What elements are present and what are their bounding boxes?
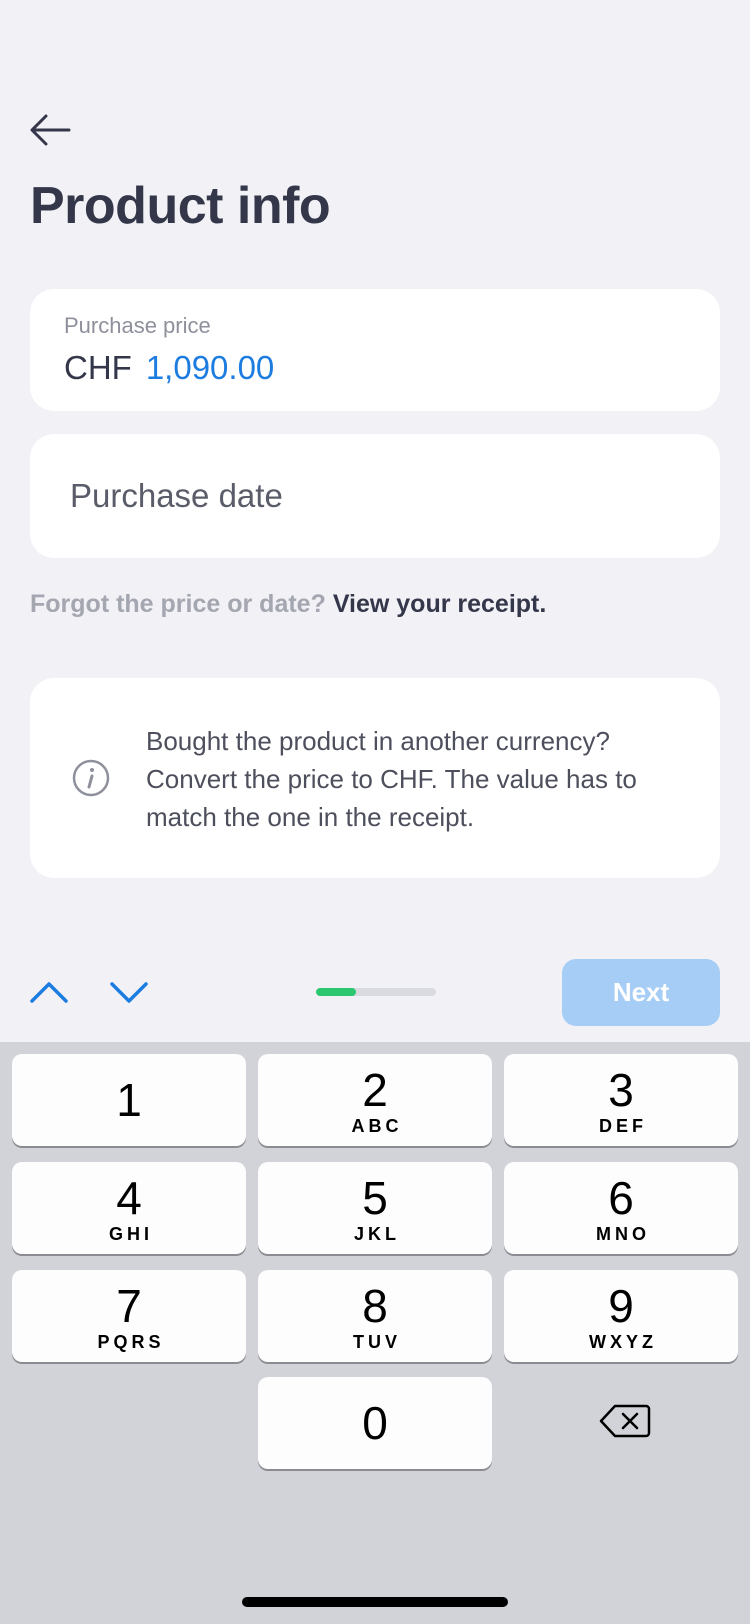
home-indicator[interactable] (242, 1597, 508, 1607)
key-6[interactable]: 6 MNO (504, 1162, 738, 1254)
key-1[interactable]: 1 (12, 1054, 246, 1146)
info-icon (72, 759, 110, 797)
backspace-icon (599, 1404, 651, 1438)
purchase-date-placeholder: Purchase date (70, 477, 283, 514)
arrow-left-icon (30, 114, 71, 146)
back-button[interactable] (26, 106, 74, 154)
next-field-button[interactable] (106, 972, 152, 1012)
previous-field-button[interactable] (26, 972, 72, 1012)
purchase-price-value[interactable]: 1,090.00 (146, 349, 274, 387)
view-receipt-link[interactable]: View your receipt. (333, 590, 547, 618)
step-progress-bar (316, 988, 436, 996)
purchase-price-field[interactable]: Purchase price CHF 1,090.00 (30, 289, 720, 411)
delete-key[interactable] (596, 1400, 654, 1442)
key-3[interactable]: 3 DEF (504, 1054, 738, 1146)
key-8[interactable]: 8 TUV (258, 1270, 492, 1362)
step-progress-fill (316, 988, 356, 996)
currency-info-text: Bought the product in another currency? … (146, 726, 637, 832)
purchase-date-field[interactable]: Purchase date (30, 434, 720, 558)
receipt-hint: Forgot the price or date? View your rece… (30, 590, 546, 619)
chevron-down-icon (110, 982, 148, 1003)
page-title: Product info (30, 177, 331, 235)
key-0[interactable]: 0 (258, 1377, 492, 1469)
key-9[interactable]: 9 WXYZ (504, 1270, 738, 1362)
receipt-hint-question: Forgot the price or date? (30, 590, 326, 618)
key-5[interactable]: 5 JKL (258, 1162, 492, 1254)
purchase-price-label: Purchase price (64, 313, 211, 338)
next-button[interactable]: Next (562, 959, 720, 1026)
key-2[interactable]: 2 ABC (258, 1054, 492, 1146)
currency-info-box: Bought the product in another currency? … (30, 678, 720, 878)
key-7[interactable]: 7 PQRS (12, 1270, 246, 1362)
chevron-up-icon (30, 982, 68, 1003)
key-4[interactable]: 4 GHI (12, 1162, 246, 1254)
currency-code: CHF (64, 349, 132, 386)
